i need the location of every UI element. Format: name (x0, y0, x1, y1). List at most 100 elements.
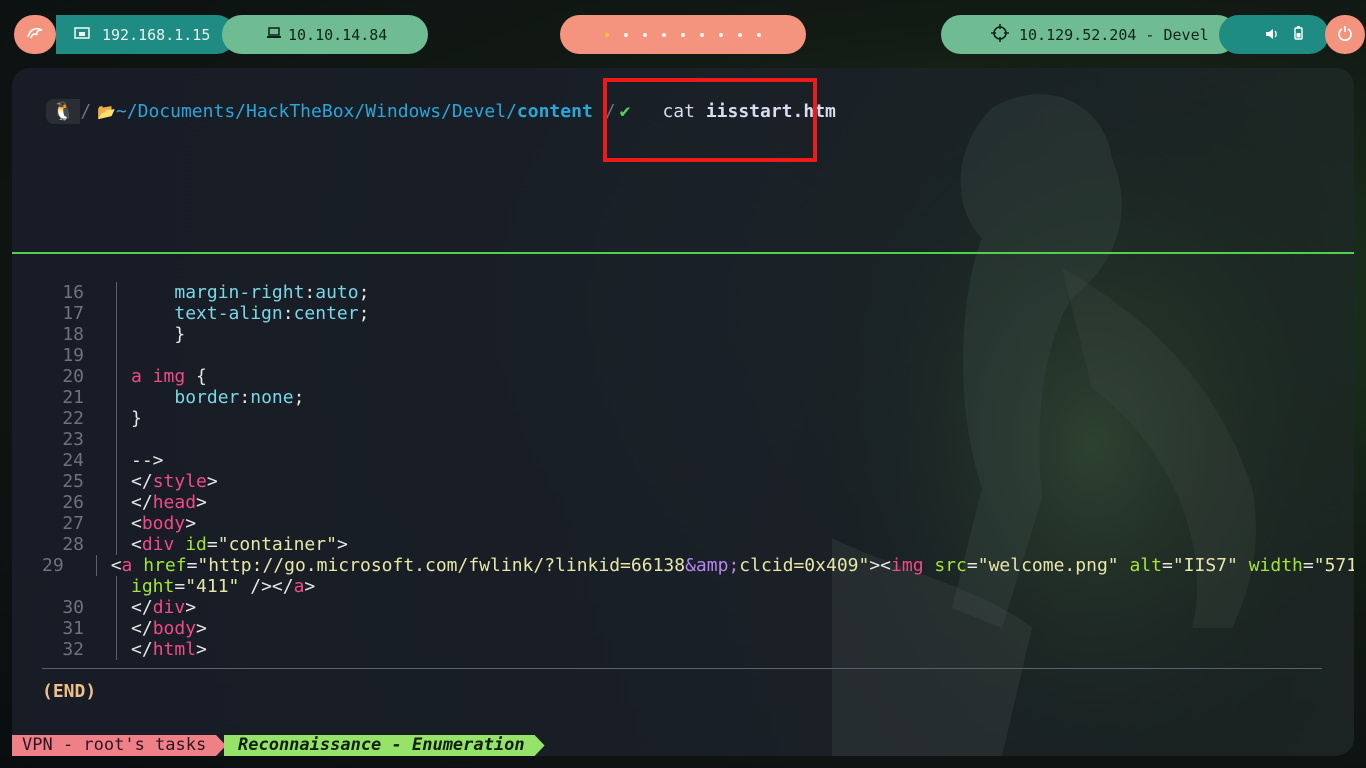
file-viewer[interactable]: 16 margin-right:auto; 17 text-align:cente… (42, 282, 1354, 660)
workspace-switcher[interactable] (560, 15, 806, 54)
code-line: 29 <a href="http://go.microsoft.com/fwlin… (42, 555, 1354, 576)
code-text: a img { (117, 366, 207, 387)
code-token: div (152, 597, 186, 618)
code-token: /></ (239, 576, 294, 597)
code-line: 21 border:none; (42, 387, 1332, 408)
code-token: < (110, 555, 122, 576)
code-token: } (131, 408, 142, 429)
code-text: </div> (117, 597, 196, 618)
code-token: = (1302, 555, 1314, 576)
linux-icon: 🐧 (46, 99, 81, 124)
line-number: 26 (42, 492, 117, 513)
vpn-ip-indicator: 10.10.14.84 (222, 15, 428, 54)
workspace-9[interactable] (757, 32, 761, 37)
power-icon (1337, 25, 1353, 45)
code-token: src (934, 555, 967, 576)
code-token: alt (1129, 555, 1162, 576)
code-token: --> (131, 450, 164, 471)
workspace-3[interactable] (643, 32, 647, 37)
code-text: } (117, 324, 185, 345)
code-token: "container" (217, 534, 337, 555)
code-token: href (143, 555, 187, 576)
workspace-5[interactable] (681, 32, 685, 37)
kali-dragon-icon (26, 25, 44, 45)
line-number: 24 (42, 450, 117, 471)
code-token: clcid=0x409" (739, 555, 870, 576)
pane-divider (12, 252, 1354, 254)
volume-icon[interactable] (1265, 26, 1278, 44)
code-token: < (880, 555, 892, 576)
workspace-7[interactable] (719, 32, 723, 37)
code-line: 23​ (42, 429, 1332, 450)
code-token: </ (131, 597, 153, 618)
code-text: </html> (117, 639, 207, 660)
line-number: 23 (42, 429, 117, 450)
code-token: border (174, 387, 240, 408)
code-token: html (152, 639, 197, 660)
code-line: 32 </html> (42, 639, 1332, 660)
code-text: </head> (117, 492, 207, 513)
code-token: ; (358, 303, 370, 324)
code-text: ight="411" /></a> (117, 576, 315, 597)
code-text: } (117, 408, 142, 429)
code-token: : (282, 303, 294, 324)
code-text: </body> (117, 618, 207, 639)
workspace-6[interactable] (700, 32, 704, 37)
code-line: 16 margin-right:auto; (42, 282, 1332, 303)
code-line: 25 </style> (42, 471, 1332, 492)
folder-icon: 📂 (97, 102, 116, 121)
target-text: 10.129.52.204 - Devel (1019, 25, 1209, 44)
kali-menu-button[interactable] (14, 15, 56, 54)
code-token: < (131, 534, 142, 555)
code-token: body (141, 513, 186, 534)
code-token: > (196, 492, 207, 513)
code-token: id (185, 534, 207, 555)
code-token: ight (131, 576, 175, 597)
code-token: "welcome.png" (977, 555, 1119, 576)
workspace-4[interactable] (662, 32, 666, 37)
target-indicator: 10.129.52.204 - Devel (941, 15, 1237, 54)
crosshair-icon (991, 24, 1009, 46)
workspace-8[interactable] (738, 32, 742, 37)
code-token: style (152, 471, 207, 492)
code-token: > (336, 534, 348, 555)
code-token: } (131, 324, 186, 345)
line-number: 21 (42, 387, 117, 408)
line-number: 28 (42, 534, 117, 555)
code-text: <a href="http://go.microsoft.com/fwlink/… (97, 555, 1354, 576)
line-number (42, 576, 117, 597)
code-token: a (121, 555, 133, 576)
code-token: "http://go.microsoft.com/fwlink/?linkid=… (197, 555, 686, 576)
line-number: 19 (42, 345, 117, 366)
local-ip-text: 192.168.1.15 (102, 25, 211, 44)
code-token: : (239, 387, 251, 408)
code-token: = (174, 576, 186, 597)
code-token: ; (358, 282, 370, 303)
code-line: 30 </div> (42, 597, 1332, 618)
workspace-1[interactable] (605, 32, 609, 37)
code-line: 19​ (42, 345, 1332, 366)
code-line: 22} (42, 408, 1332, 429)
code-token: ; (293, 387, 305, 408)
line-number: 27 (42, 513, 117, 534)
window-name[interactable]: Reconnaissance - Enumeration (224, 735, 545, 756)
code-token: > (185, 513, 197, 534)
code-line: 17 text-align:center; (42, 303, 1332, 324)
code-token: body (152, 618, 197, 639)
battery-icon[interactable] (1294, 25, 1303, 44)
code-token: auto (315, 282, 359, 303)
code-token: "IIS7" (1172, 555, 1238, 576)
terminal-window[interactable]: 🐧 / 📂 ~/Documents/HackTheBox/Windows/Dev… (12, 68, 1354, 756)
workspace-2[interactable] (624, 32, 628, 37)
code-token: </ (131, 639, 153, 660)
session-name[interactable]: VPN - root's tasks (12, 735, 226, 756)
code-token: : (304, 282, 316, 303)
code-line: 31 </body> (42, 618, 1332, 639)
power-button[interactable] (1325, 15, 1365, 54)
code-line: 28 <div id="container"> (42, 534, 1332, 555)
command-highlight-box (603, 78, 817, 162)
